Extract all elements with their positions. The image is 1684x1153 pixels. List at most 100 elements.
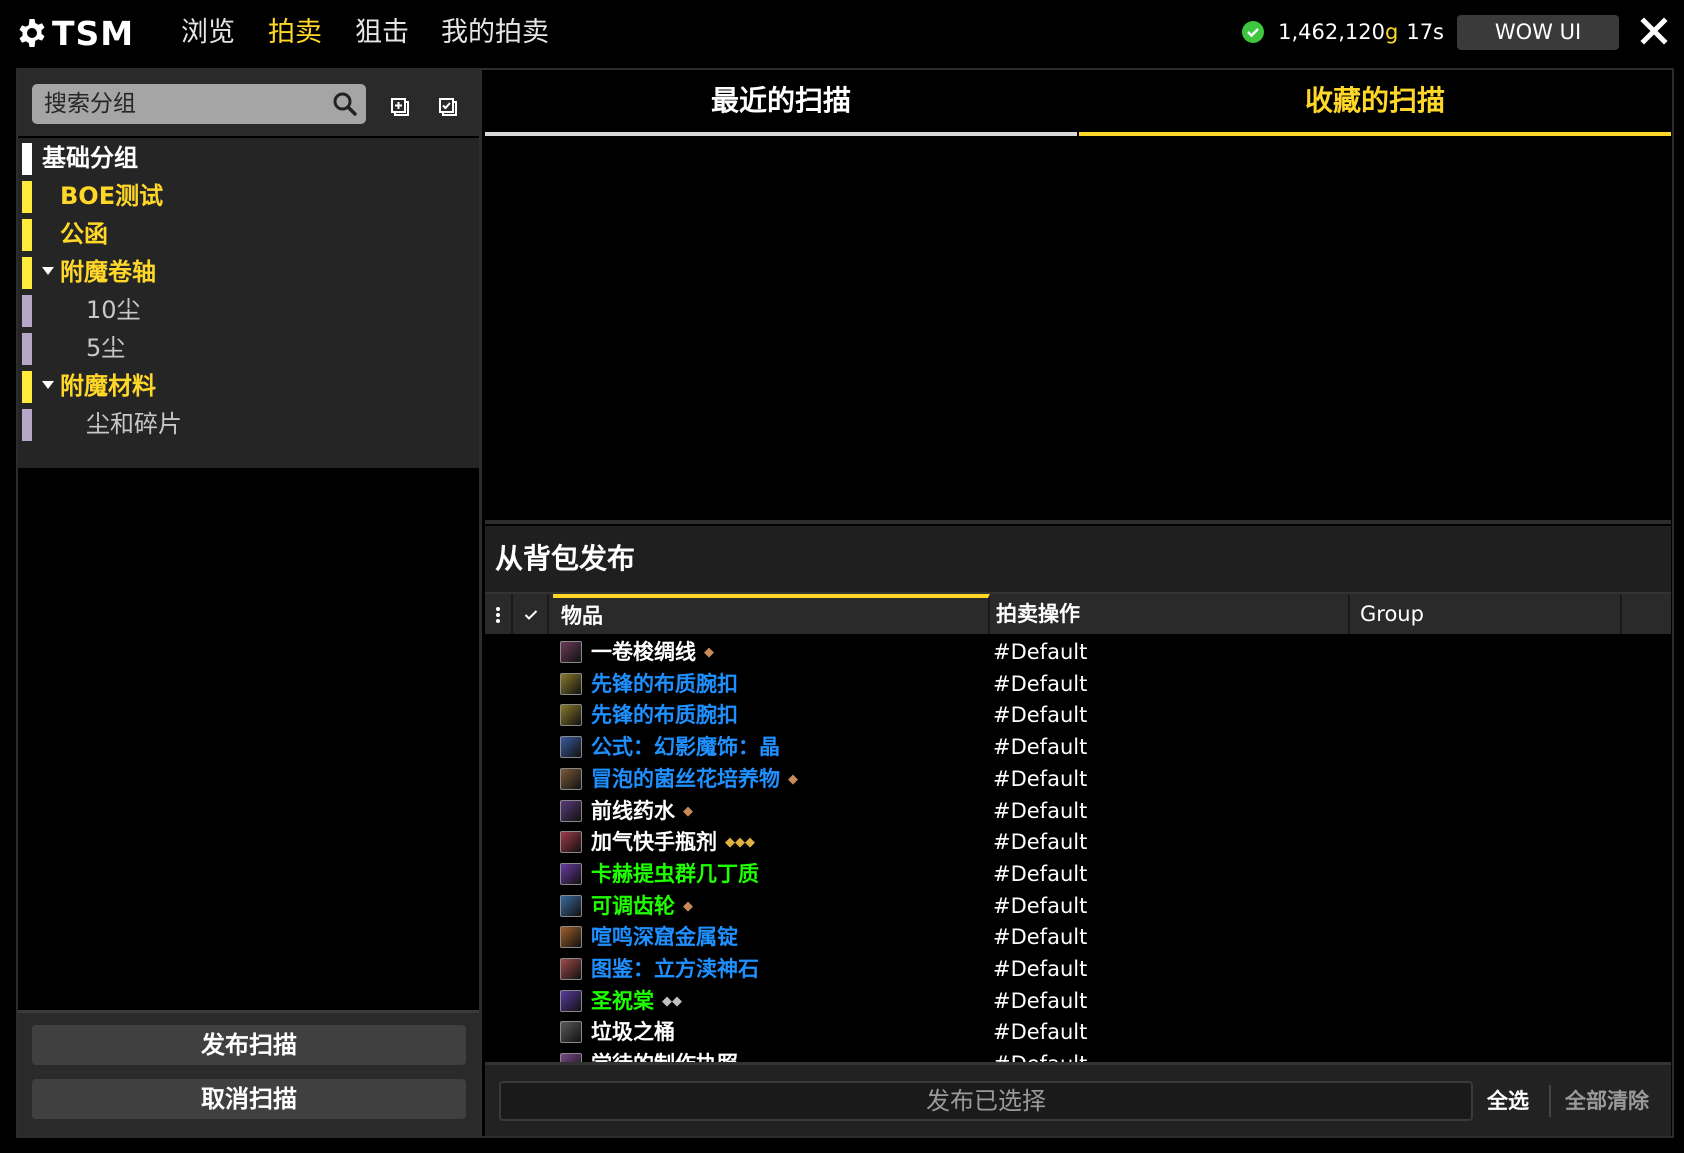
item-name: 公式：幻影魔饰：晶	[591, 730, 780, 764]
group-item[interactable]: 公函	[18, 216, 479, 252]
item-name: 先锋的布质腕扣	[591, 698, 738, 732]
item-name: 一卷梭绸线 ◆	[591, 635, 714, 670]
group-panel: 搜索分组 基础分组 BOE测试公函附魔卷轴 10尘 5尘附魔材料尘和碎片 发布扫描 取…	[18, 70, 482, 1136]
group-color-bar	[22, 409, 32, 441]
post-from-bag-header: 从背包发布	[485, 526, 1671, 592]
quality-tier-icon: ◆	[704, 645, 714, 660]
table-row[interactable]: 前线药水 ◆ #Default	[485, 794, 1671, 828]
auction-op: #Default	[993, 988, 1088, 1013]
search-icon	[333, 92, 357, 116]
close-icon[interactable]	[1637, 14, 1671, 48]
auction-op: #Default	[993, 925, 1088, 950]
tab-recent-scans[interactable]: 最近的扫描	[485, 70, 1077, 136]
table-row[interactable]: 可调齿轮 ◆ #Default	[485, 889, 1671, 923]
auction-op: #Default	[993, 861, 1088, 886]
auction-op: #Default	[993, 957, 1088, 981]
item-icon	[560, 958, 582, 980]
item-name-text: 先锋的布质腕扣	[591, 703, 738, 728]
quality-tier-icon: ◆◆◆	[725, 835, 755, 851]
quality-tier-icon: ◆◆	[662, 993, 682, 1009]
group-list: 基础分组 BOE测试公函附魔卷轴 10尘 5尘附魔材料尘和碎片	[18, 138, 479, 468]
group-item[interactable]: 5尘	[18, 330, 479, 366]
auction-op: #Default	[993, 735, 1088, 760]
wow-ui-button[interactable]: WOW UI	[1457, 15, 1619, 50]
group-item[interactable]: 10尘	[18, 292, 479, 328]
item-name: 加气快手瓶剂 ◆◆◆	[591, 825, 755, 860]
column-menu-icon[interactable]	[485, 594, 513, 634]
table-row[interactable]: 学徒的制作执照 #Default	[485, 1047, 1671, 1062]
divider	[1549, 1085, 1551, 1117]
post-actions: 发布已选择 全选 全部清除	[485, 1062, 1671, 1136]
item-name-text: 卡赫提虫群几丁质	[591, 861, 759, 886]
auction-op: #Default	[993, 671, 1088, 696]
table-header: 物品 拍卖操作 Group	[485, 592, 1671, 634]
table-row[interactable]: 卡赫提虫群几丁质 #Default	[485, 857, 1671, 891]
table-row[interactable]: 图鉴：立方渎神石 #Default	[485, 952, 1671, 986]
column-header-auction-op[interactable]: 拍卖操作	[992, 594, 1350, 634]
group-item[interactable]: BOE测试	[18, 178, 479, 214]
time-readout: 17s	[1406, 20, 1444, 44]
item-icon	[560, 767, 582, 790]
scan-actions: 发布扫描 取消扫描	[18, 1010, 479, 1136]
item-name-text: 垃圾之桶	[591, 1020, 675, 1045]
expand-all-icon[interactable]	[389, 96, 411, 118]
item-icon	[560, 989, 582, 1012]
gold-suffix: g	[1384, 20, 1399, 44]
group-item[interactable]: 附魔卷轴	[18, 254, 479, 290]
table-row[interactable]: 公式：幻影魔饰：晶 #Default	[485, 730, 1671, 764]
table-row[interactable]: 一卷梭绸线 ◆ #Default	[485, 635, 1671, 669]
tab-favorite-scans-label: 收藏的扫描	[1304, 84, 1445, 117]
post-scan-button[interactable]: 发布扫描	[32, 1025, 466, 1065]
item-name: 喧鸣深窟金属锭	[591, 920, 738, 954]
quality-tier-icon: ◆	[683, 803, 693, 819]
group-item[interactable]: 尘和碎片	[18, 406, 479, 442]
column-header-item[interactable]: 物品	[553, 594, 990, 634]
group-item[interactable]: 附魔材料	[18, 368, 479, 404]
group-item-label: 公函	[60, 220, 108, 248]
column-header-group[interactable]: Group	[1352, 594, 1622, 634]
item-name-text: 喧鸣深窟金属锭	[591, 925, 738, 950]
table-row[interactable]: 喧鸣深窟金属锭 #Default	[485, 920, 1671, 954]
auction-op: #Default	[993, 798, 1088, 823]
quality-tier-icon: ◆	[788, 771, 798, 787]
check-circle-icon	[1242, 21, 1265, 43]
table-row[interactable]: 先锋的布质腕扣 #Default	[485, 667, 1671, 701]
item-icon	[560, 736, 582, 759]
nav-tab-auction[interactable]: 拍卖	[268, 14, 322, 52]
group-item-label: 尘和碎片	[86, 410, 182, 438]
item-name: 先锋的布质腕扣	[591, 667, 738, 701]
top-bar: TSM 浏览 拍卖 狙击 我的拍卖 1,462,120 g 17s WOW UI	[0, 0, 1684, 68]
item-name-text: 可调齿轮	[591, 893, 675, 918]
group-item[interactable]: 基础分组	[18, 140, 479, 176]
auction-op: #Default	[993, 1020, 1088, 1045]
cancel-scan-button[interactable]: 取消扫描	[32, 1079, 466, 1119]
post-from-bag-title: 从背包发布	[495, 542, 636, 575]
item-icon	[560, 894, 582, 917]
clear-all-button[interactable]: 全部清除	[1565, 1083, 1649, 1119]
select-all-button[interactable]: 全选	[1487, 1083, 1529, 1119]
table-row[interactable]: 垃圾之桶 #Default	[485, 1015, 1671, 1049]
item-name-text: 公式：幻影魔饰：晶	[591, 735, 780, 760]
group-color-bar	[22, 295, 32, 327]
select-column-check-icon[interactable]	[515, 594, 549, 634]
caret-down-icon[interactable]	[42, 381, 54, 389]
collapse-all-icon[interactable]	[437, 96, 459, 118]
item-table: 一卷梭绸线 ◆ #Default 先锋的布质腕扣 #Default 先锋的布质腕扣 #Def…	[485, 634, 1671, 1062]
nav-tab-my-auctions[interactable]: 我的拍卖	[441, 14, 549, 52]
table-row[interactable]: 冒泡的菌丝花培养物 ◆ #Default	[485, 762, 1671, 796]
table-row[interactable]: 加气快手瓶剂 ◆◆◆ #Default	[485, 825, 1671, 859]
nav-tab-sniper[interactable]: 狙击	[355, 14, 409, 52]
group-item-label: 5尘	[86, 334, 126, 362]
table-row[interactable]: 先锋的布质腕扣 #Default	[485, 698, 1671, 732]
tab-favorite-scans[interactable]: 收藏的扫描	[1079, 70, 1671, 136]
item-name-text: 图鉴：立方渎神石	[591, 957, 759, 981]
caret-down-icon[interactable]	[42, 267, 54, 275]
post-selected-button[interactable]: 发布已选择	[499, 1081, 1473, 1121]
table-row[interactable]: 圣祝棠 ◆◆ #Default	[485, 984, 1671, 1018]
nav-tab-browse[interactable]: 浏览	[181, 14, 235, 52]
item-icon	[560, 672, 582, 695]
search-input[interactable]: 搜索分组	[32, 84, 366, 124]
tsm-logo: TSM	[16, 13, 134, 53]
item-name: 圣祝棠 ◆◆	[591, 984, 682, 1019]
auction-op: #Default	[993, 830, 1088, 855]
